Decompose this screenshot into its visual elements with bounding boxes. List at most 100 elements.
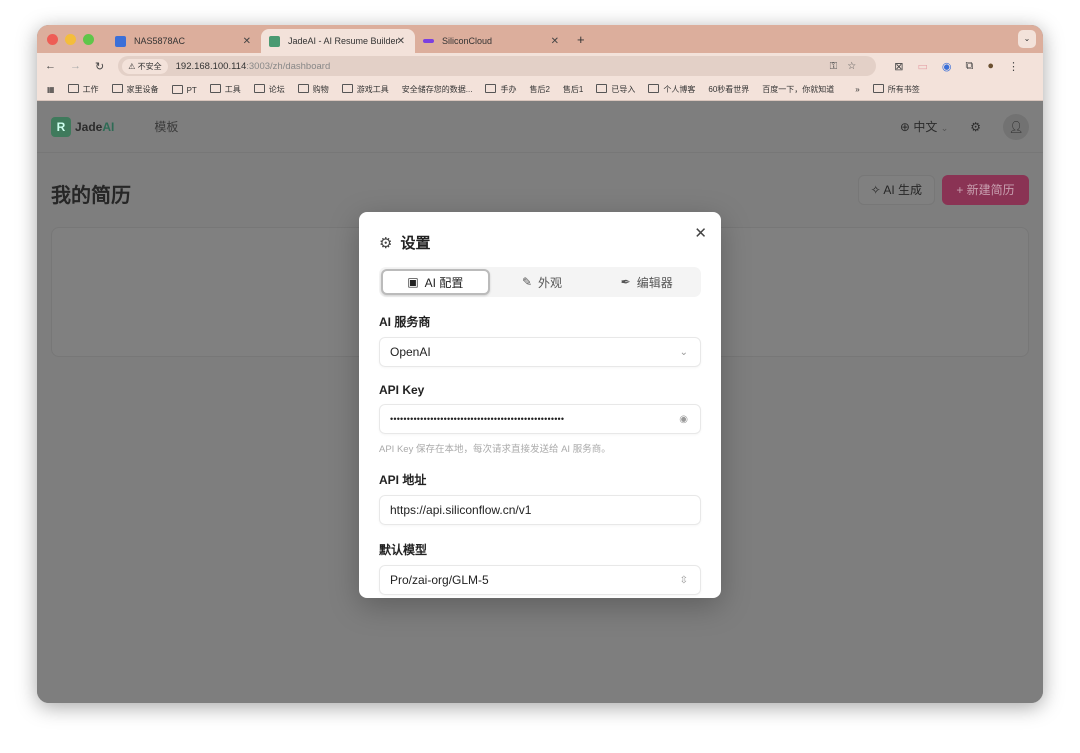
- settings-tabs: ▣ AI 配置 ✎ 外观 ✒ 编辑器: [379, 267, 701, 297]
- bookmark[interactable]: 手办: [485, 84, 516, 95]
- nas-icon: [115, 35, 126, 47]
- puzzle-icon[interactable]: ⧉: [965, 60, 973, 73]
- all-bookmarks[interactable]: 所有书签: [873, 84, 920, 95]
- bookmarks-bar: ▦ 工作 家里设备 PT 工具 论坛 购物 游戏工具 安全储存您的数据... 手…: [37, 79, 1043, 101]
- new-resume-label: 新建简历: [966, 183, 1015, 197]
- brand-suffix: AI: [102, 119, 115, 134]
- window-controls: [47, 33, 107, 45]
- api-url-value: https://api.siliconflow.cn/v1: [390, 503, 532, 517]
- api-key-hint: API Key 保存在本地，每次请求直接发送给 AI 服务商。: [379, 444, 611, 455]
- jadeai-icon: [269, 35, 280, 47]
- chevrons-up-down-icon: ⇳: [679, 574, 688, 586]
- url-path: :3003/zh/dashboard: [246, 60, 331, 72]
- page-title: 我的简历: [51, 185, 131, 207]
- model-select[interactable]: Pro/zai-org/GLM-5 ⇳: [379, 565, 701, 595]
- url-host: 192.168.100.114: [175, 60, 247, 72]
- globe-icon: ⊕: [899, 120, 910, 134]
- bookmark[interactable]: 已导入: [596, 84, 635, 95]
- brush-icon: ✎: [521, 275, 533, 289]
- bookmark[interactable]: 个人博客: [648, 84, 695, 95]
- brand-prefix: Jade: [75, 119, 103, 134]
- bookmark[interactable]: 安全储存您的数据...: [402, 84, 473, 95]
- ai-generate-label: AI 生成: [883, 183, 922, 197]
- back-icon[interactable]: ←: [45, 60, 56, 72]
- settings-gear-icon[interactable]: ⚙: [970, 120, 981, 134]
- tab-nas[interactable]: NAS5878AC ✕: [107, 29, 261, 53]
- tab-ai-config[interactable]: ▣ AI 配置: [381, 269, 490, 295]
- profile-avatar[interactable]: ●: [987, 60, 994, 73]
- api-key-value: ••••••••••••••••••••••••••••••••••••••••…: [390, 414, 565, 424]
- bookmark[interactable]: 售后2: [529, 84, 549, 95]
- tab-label: AI 配置: [424, 275, 464, 290]
- close-tab-icon[interactable]: ✕: [551, 36, 559, 47]
- close-window-button[interactable]: [47, 33, 58, 45]
- bookmark[interactable]: 工具: [210, 84, 241, 95]
- tab-search-button[interactable]: ⌄: [1018, 30, 1036, 48]
- provider-select[interactable]: OpenAI ⌄: [379, 337, 701, 367]
- tab-bar: NAS5878AC ✕ JadeAI - AI Resume Builder ✕ S…: [37, 25, 1043, 53]
- language-select[interactable]: ⊕ 中文 ⌄: [900, 118, 948, 135]
- language-label: 中文: [913, 120, 938, 134]
- maximize-window-button[interactable]: [83, 33, 94, 45]
- siliconcloud-icon: [423, 39, 434, 43]
- menu-icon[interactable]: ⋮: [1008, 60, 1019, 73]
- bookmark[interactable]: 游戏工具: [342, 84, 389, 95]
- nav-bar: ← → ↻ ⚠ 不安全 192.168.100.114:3003/zh/dash…: [37, 53, 1043, 79]
- tab-editor[interactable]: ✒ 编辑器: [594, 269, 699, 295]
- plus-icon: +: [956, 183, 964, 197]
- nav-templates[interactable]: 模板: [154, 118, 178, 135]
- eye-icon[interactable]: ◉: [679, 414, 688, 425]
- jadeai-logo[interactable]: R: [51, 116, 71, 137]
- tab-label: NAS5878AC: [134, 36, 186, 46]
- model-value: Pro/zai-org/GLM-5: [390, 573, 489, 587]
- address-bar[interactable]: ⚠ 不安全 192.168.100.114:3003/zh/dashboard …: [118, 56, 877, 76]
- api-key-label: API Key: [379, 383, 425, 397]
- new-resume-button[interactable]: + 新建简历: [942, 175, 1029, 205]
- bookmark[interactable]: 论坛: [254, 84, 285, 95]
- api-key-input[interactable]: ••••••••••••••••••••••••••••••••••••••••…: [379, 404, 701, 434]
- bookmark[interactable]: 购物: [298, 84, 329, 95]
- tab-label: SiliconCloud: [442, 36, 493, 46]
- bookmark[interactable]: 家里设备: [112, 84, 159, 95]
- close-icon[interactable]: ✕: [694, 224, 707, 242]
- close-tab-icon[interactable]: ✕: [243, 36, 251, 47]
- tab-label: 编辑器: [636, 275, 673, 290]
- chevron-down-icon: ⌄: [679, 346, 688, 358]
- tab-siliconcloud[interactable]: SiliconCloud ✕: [415, 29, 569, 53]
- settings-dialog: ⚙ 设置 ✕ ▣ AI 配置 ✎ 外观 ✒ 编辑器 AI 服务商 OpenAI ⌄ API…: [359, 212, 721, 598]
- api-url-label: API 地址: [379, 473, 427, 487]
- bookmarks-overflow-button[interactable]: »: [855, 85, 859, 94]
- bookmark[interactable]: PT: [172, 85, 197, 95]
- close-tab-icon[interactable]: ✕: [397, 36, 405, 47]
- reload-icon[interactable]: ↻: [95, 60, 104, 73]
- chip-icon: ▣: [407, 275, 419, 289]
- ai-generate-button[interactable]: ✧ AI 生成: [857, 175, 935, 205]
- pen-tool-icon: ✒: [620, 275, 631, 289]
- apps-icon[interactable]: ▦: [47, 85, 55, 94]
- extension-icon[interactable]: ⊠: [894, 60, 903, 73]
- model-label: 默认模型: [379, 543, 428, 557]
- bookmark[interactable]: 工作: [68, 84, 99, 95]
- chevron-down-icon: ⌄: [940, 123, 949, 133]
- bookmark[interactable]: 百度一下，你就知道: [762, 84, 834, 95]
- extension-icon[interactable]: ▭: [917, 60, 927, 73]
- url-text: 192.168.100.114:3003/zh/dashboard: [176, 61, 331, 72]
- minimize-window-button[interactable]: [65, 33, 76, 45]
- star-icon[interactable]: ☆: [847, 61, 866, 72]
- api-url-input[interactable]: https://api.siliconflow.cn/v1: [379, 495, 701, 525]
- brand-name[interactable]: JadeAI: [75, 120, 114, 134]
- tab-jadeai[interactable]: JadeAI - AI Resume Builder ✕: [261, 29, 415, 53]
- app-header: R JadeAI 模板 ⊕ 中文 ⌄ ⚙ 👤︎: [37, 101, 1043, 153]
- provider-label: AI 服务商: [379, 315, 431, 329]
- bookmark[interactable]: 60秒看世界: [708, 84, 749, 95]
- dialog-title: 设置: [400, 235, 431, 252]
- extension-icon[interactable]: ◉: [942, 60, 952, 73]
- user-avatar[interactable]: 👤︎: [1003, 113, 1029, 140]
- bookmark[interactable]: 售后1: [563, 84, 583, 95]
- tab-appearance[interactable]: ✎ 外观: [490, 269, 595, 295]
- provider-value: OpenAI: [390, 345, 431, 359]
- forward-icon[interactable]: →: [70, 60, 81, 72]
- security-badge[interactable]: ⚠ 不安全: [122, 58, 168, 74]
- key-icon[interactable]: ⚿: [830, 61, 848, 72]
- new-tab-button[interactable]: +: [577, 32, 585, 47]
